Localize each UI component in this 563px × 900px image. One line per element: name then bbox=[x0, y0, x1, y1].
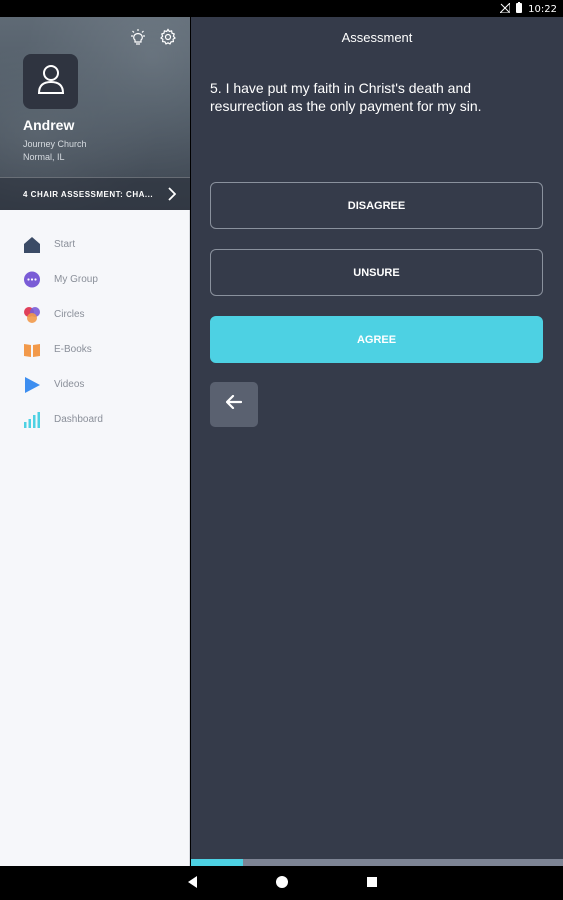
profile-location: Normal, IL bbox=[23, 152, 65, 162]
disagree-button[interactable]: DISAGREE bbox=[210, 182, 543, 229]
status-bar: 10:22 bbox=[0, 0, 563, 17]
sidebar-item-label: Start bbox=[54, 239, 76, 250]
gear-icon[interactable] bbox=[159, 28, 177, 51]
question-text: 5. I have put my faith in Christ's death… bbox=[210, 80, 482, 114]
play-icon bbox=[23, 376, 41, 394]
progress-bar bbox=[191, 859, 563, 866]
app: Andrew Journey Church Normal, IL 4 CHAIR… bbox=[0, 17, 563, 866]
lightbulb-icon[interactable] bbox=[129, 28, 147, 51]
sidebar-item-label: E-Books bbox=[54, 344, 92, 355]
sidebar: Andrew Journey Church Normal, IL 4 CHAIR… bbox=[0, 17, 190, 866]
sidebar-nav: Start My Group Circles E-Books Videos Da… bbox=[0, 227, 190, 437]
chat-bubble-icon bbox=[23, 271, 41, 289]
back-button[interactable] bbox=[210, 382, 258, 427]
avatar[interactable] bbox=[23, 54, 78, 109]
bar-chart-icon bbox=[23, 411, 41, 429]
sidebar-item-label: Videos bbox=[54, 379, 85, 390]
profile-header: Andrew Journey Church Normal, IL 4 CHAIR… bbox=[0, 17, 190, 210]
page-title: Assessment bbox=[341, 30, 413, 45]
assessment-banner[interactable]: 4 CHAIR ASSESSMENT: CHA... bbox=[0, 177, 190, 210]
sidebar-item-e-books[interactable]: E-Books bbox=[0, 332, 190, 367]
unsure-button[interactable]: UNSURE bbox=[210, 249, 543, 296]
circles-icon bbox=[23, 306, 41, 324]
sidebar-item-label: Circles bbox=[54, 309, 85, 320]
sidebar-item-label: My Group bbox=[54, 274, 98, 285]
back-triangle-icon[interactable] bbox=[186, 875, 200, 894]
sidebar-item-videos[interactable]: Videos bbox=[0, 367, 190, 402]
sidebar-item-start[interactable]: Start bbox=[0, 227, 190, 262]
sidebar-item-my-group[interactable]: My Group bbox=[0, 262, 190, 297]
house-icon bbox=[23, 236, 41, 254]
assessment-panel: Assessment 5. I have put my faith in Chr… bbox=[191, 17, 563, 866]
status-time: 10:22 bbox=[528, 3, 557, 15]
sidebar-item-circles[interactable]: Circles bbox=[0, 297, 190, 332]
home-circle-icon[interactable] bbox=[275, 875, 289, 894]
battery-icon bbox=[516, 2, 523, 16]
arrow-left-icon bbox=[225, 394, 243, 414]
book-icon bbox=[23, 341, 41, 359]
system-nav-bar bbox=[0, 866, 563, 900]
status-icons: 10:22 bbox=[498, 1, 557, 16]
chevron-right-icon bbox=[168, 187, 177, 203]
user-avatar-icon bbox=[36, 63, 66, 100]
profile-church: Journey Church bbox=[23, 139, 87, 149]
assessment-banner-label: 4 CHAIR ASSESSMENT: CHA... bbox=[23, 189, 154, 199]
profile-name: Andrew bbox=[23, 117, 75, 133]
progress-fill bbox=[191, 859, 244, 866]
agree-button[interactable]: AGREE bbox=[210, 316, 543, 363]
sidebar-item-label: Dashboard bbox=[54, 414, 103, 425]
signal-off-icon bbox=[498, 1, 511, 16]
recents-square-icon[interactable] bbox=[365, 875, 379, 894]
sidebar-item-dashboard[interactable]: Dashboard bbox=[0, 402, 190, 437]
